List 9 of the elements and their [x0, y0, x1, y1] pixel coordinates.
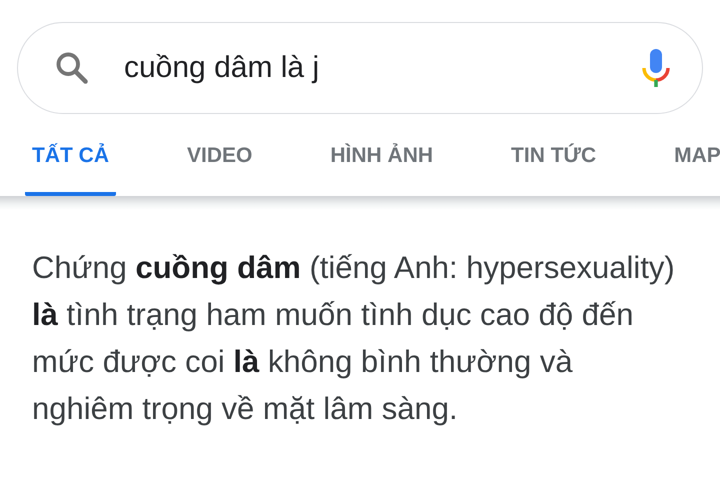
- search-icon[interactable]: [54, 50, 90, 86]
- microphone-icon[interactable]: [640, 47, 672, 89]
- tab[interactable]: MAP: [667, 114, 720, 196]
- answer-paragraph: Chứng cuồng dâm (tiếng Anh: hypersexuality) là tình trạng ham muốn tình dục cao độ đến mức được coi là không bình thường và nghiêm trọng về mặt lâm sàng.: [32, 249, 676, 428]
- tab[interactable]: VIDEO: [180, 114, 260, 196]
- search-field[interactable]: cuồng dâm là j: [17, 22, 703, 114]
- tab[interactable]: HÌNH ẢNH: [323, 114, 440, 196]
- search-query: cuồng dâm là j: [124, 51, 320, 85]
- tab[interactable]: TIN TỨC: [504, 114, 604, 196]
